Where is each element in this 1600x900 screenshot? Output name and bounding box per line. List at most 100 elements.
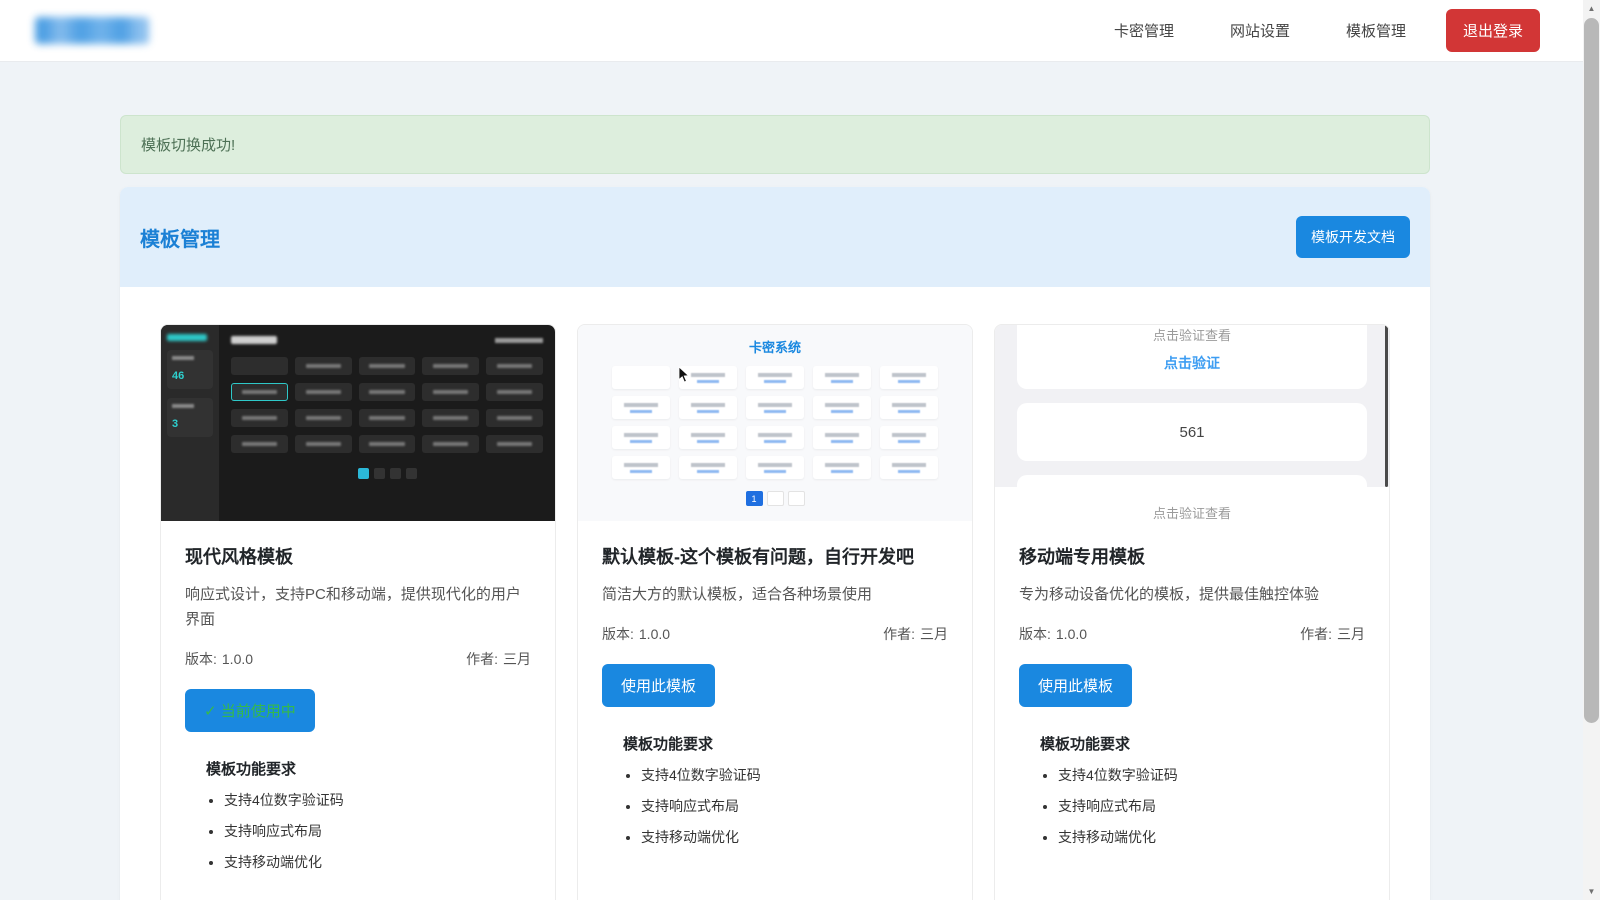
template-card-modern: 46 3	[160, 324, 556, 900]
preview-light-grid: 卡密系统 1	[578, 325, 972, 521]
preview-dark-dashboard: 46 3	[161, 325, 555, 521]
feature-item: 支持响应式布局	[224, 821, 531, 841]
preview-grid-cell	[486, 409, 543, 427]
nav-item-site-settings[interactable]: 网站设置	[1230, 20, 1290, 41]
preview-grid-cell	[295, 383, 352, 401]
preview-grid-cell	[359, 435, 416, 453]
feature-item: 支持移动端优化	[641, 827, 948, 847]
preview-grid-cell	[231, 435, 288, 453]
preview-grid-cell	[813, 396, 871, 419]
preview-grid-cell	[422, 357, 479, 375]
template-description: 响应式设计，支持PC和移动端，提供现代化的用户界面	[185, 583, 531, 633]
features-heading: 模板功能要求	[206, 758, 531, 779]
template-management-panel: 模板管理 模板开发文档 46	[120, 187, 1430, 900]
template-version: 版本:1.0.0	[602, 624, 670, 644]
preview-grid-cell	[359, 357, 416, 375]
top-navbar: 卡密管理 网站设置 模板管理 退出登录	[0, 0, 1600, 62]
feature-item: 支持4位数字验证码	[1058, 765, 1365, 785]
preview-grid-cell	[813, 366, 871, 389]
preview-pagination	[231, 468, 543, 479]
preview-scrollbar	[1385, 325, 1388, 487]
app-logo-blurred[interactable]	[35, 17, 149, 44]
preview-system-title: 卡密系统	[598, 337, 952, 356]
panel-title: 模板管理	[140, 223, 220, 252]
nav-item-template-management[interactable]: 模板管理	[1346, 20, 1406, 41]
preview-logo-blur	[167, 334, 207, 341]
preview-grid-cell	[880, 456, 938, 479]
panel-header: 模板管理 模板开发文档	[120, 187, 1430, 287]
template-title: 移动端专用模板	[1019, 543, 1365, 569]
preview-pagination: 1	[598, 491, 952, 506]
page-content: 模板切换成功! 模板管理 模板开发文档 46	[120, 115, 1430, 900]
preview-grid-cell	[880, 426, 938, 449]
preview-grid-cell	[679, 426, 737, 449]
preview-card-grid	[231, 357, 543, 453]
preview-grid-cell	[486, 357, 543, 375]
scrollbar-thumb[interactable]	[1584, 18, 1599, 723]
template-description: 简洁大方的默认模板，适合各种场景使用	[602, 583, 948, 608]
preview-grid-cell	[746, 456, 804, 479]
preview-list-row: 561	[1017, 403, 1367, 461]
preview-grid-cell	[359, 383, 416, 401]
template-docs-button[interactable]: 模板开发文档	[1296, 216, 1410, 258]
template-card-default: 卡密系统 1 默认模板-这个模板有问题，自行开发吧 简洁大方的默认模板，适合各种…	[577, 324, 973, 900]
preview-pagination-dot	[358, 468, 369, 479]
preview-grid-cell	[231, 357, 288, 375]
preview-grid-cell	[612, 456, 670, 479]
template-author: 作者:三月	[1300, 624, 1365, 644]
template-title: 默认模板-这个模板有问题，自行开发吧	[602, 543, 948, 569]
preview-grid-cell	[612, 426, 670, 449]
feature-item: 支持移动端优化	[224, 852, 531, 872]
page-scrollbar[interactable]: ▲ ▼	[1583, 0, 1600, 900]
preview-stat-box: 46	[167, 350, 213, 389]
preview-pagination-dot	[390, 468, 401, 479]
preview-card-grid	[612, 366, 938, 479]
preview-row-text: 点击验证查看	[1153, 328, 1231, 343]
scroll-up-icon[interactable]: ▲	[1583, 0, 1600, 17]
features-list: 支持4位数字验证码支持响应式布局支持移动端优化	[185, 790, 531, 872]
use-template-button[interactable]: 使用此模板	[1019, 664, 1132, 707]
preview-grid-cell	[813, 456, 871, 479]
preview-grid-cell	[486, 435, 543, 453]
preview-grid-cell	[679, 396, 737, 419]
template-description: 专为移动设备优化的模板，提供最佳触控体验	[1019, 583, 1365, 608]
preview-grid-cell	[295, 409, 352, 427]
preview-grid-cell	[612, 396, 670, 419]
feature-item: 支持移动端优化	[1058, 827, 1365, 847]
preview-main-area	[219, 325, 555, 521]
preview-row-number: 561	[1179, 424, 1204, 441]
current-template-button[interactable]: ✓ 当前使用中	[185, 689, 315, 732]
preview-grid-cell	[359, 409, 416, 427]
preview-verify-link: 点击验证	[1017, 353, 1367, 373]
preview-grid-cell	[746, 426, 804, 449]
template-preview-image: 卡密系统 1	[578, 325, 972, 521]
card-body: 默认模板-这个模板有问题，自行开发吧 简洁大方的默认模板，适合各种场景使用 版本…	[578, 521, 972, 880]
preview-grid-cell	[295, 357, 352, 375]
preview-pagination-dot	[788, 491, 805, 506]
use-template-button[interactable]: 使用此模板	[602, 664, 715, 707]
preview-mobile-list: 点击验证查看 点击验证 561 点击验证查看	[995, 325, 1389, 487]
preview-topright-blur	[495, 338, 543, 343]
preview-grid-cell	[813, 426, 871, 449]
preview-stat-box: 3	[167, 398, 213, 437]
preview-pagination-dot	[406, 468, 417, 479]
preview-list-row: 点击验证查看	[1017, 475, 1367, 521]
template-features: 模板功能要求 支持4位数字验证码支持响应式布局支持移动端优化	[185, 758, 531, 872]
preview-pagination-dot	[374, 468, 385, 479]
features-list: 支持4位数字验证码支持响应式布局支持移动端优化	[1019, 765, 1365, 847]
preview-pagination-dot	[767, 491, 784, 506]
scroll-down-icon[interactable]: ▼	[1583, 883, 1600, 900]
preview-topbar	[231, 336, 543, 344]
preview-stat-label-blur	[172, 404, 194, 408]
template-author: 作者:三月	[466, 649, 531, 669]
template-meta: 版本:1.0.0 作者:三月	[1019, 624, 1365, 644]
nav-item-card-management[interactable]: 卡密管理	[1114, 20, 1174, 41]
feature-item: 支持响应式布局	[1058, 796, 1365, 816]
logout-button[interactable]: 退出登录	[1446, 9, 1540, 52]
preview-grid-cell	[679, 456, 737, 479]
preview-pagination-dot: 1	[746, 491, 763, 506]
mouse-cursor-icon	[678, 366, 690, 384]
preview-grid-cell	[880, 366, 938, 389]
template-preview-image: 点击验证查看 点击验证 561 点击验证查看	[995, 325, 1389, 521]
preview-grid-cell	[231, 409, 288, 427]
